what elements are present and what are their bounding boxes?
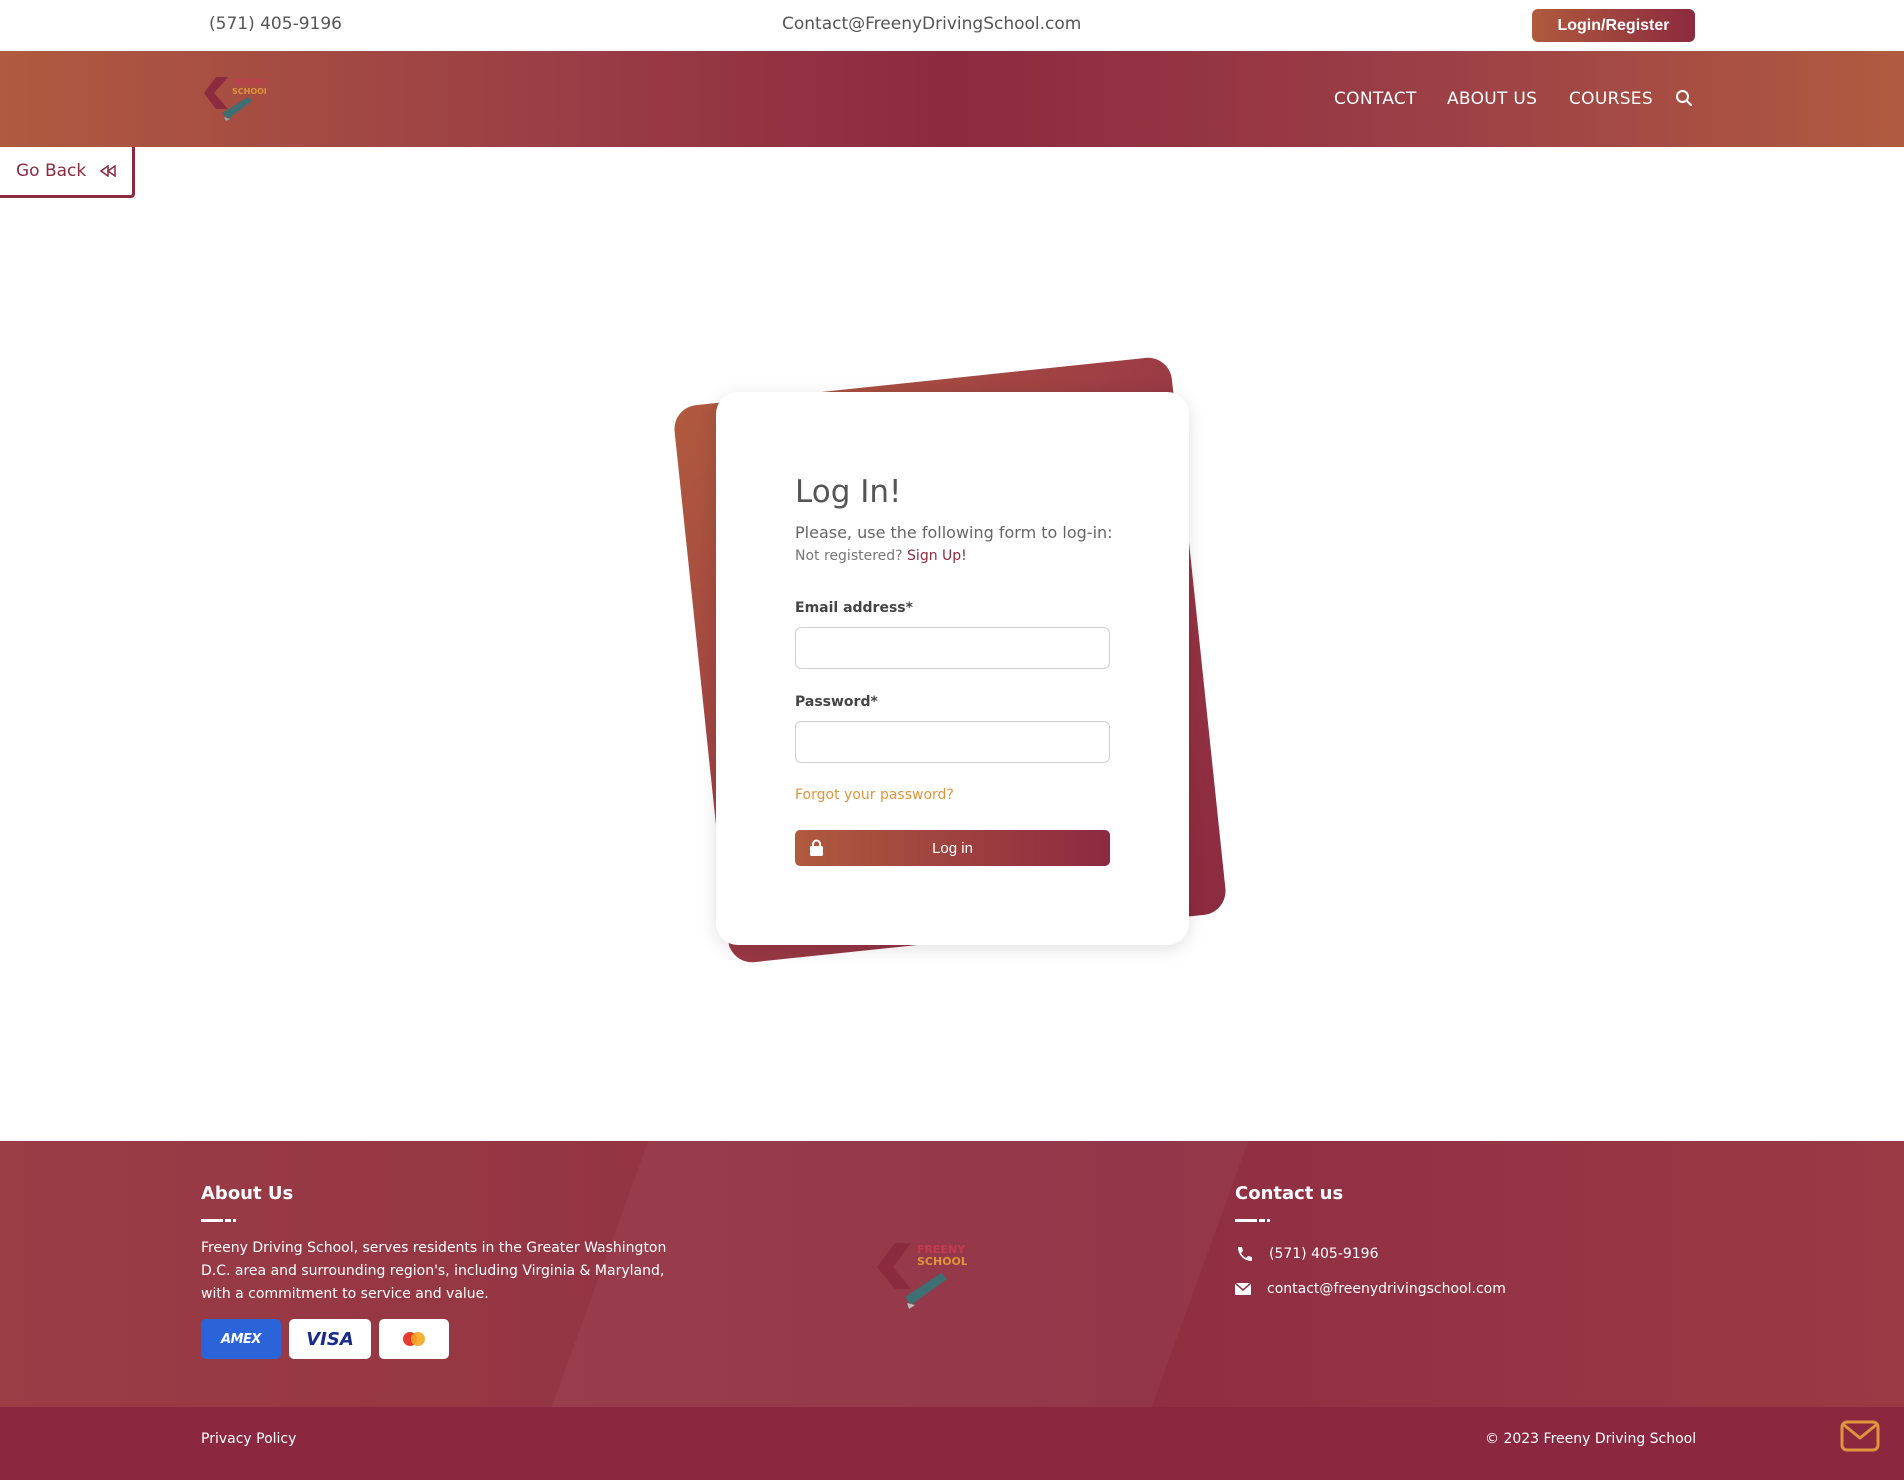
top-email[interactable]: Contact@FreenyDrivingSchool.com xyxy=(782,14,1081,34)
svg-text:SCHOOL: SCHOOL xyxy=(232,87,266,96)
go-back-button[interactable]: Go Back xyxy=(0,147,135,198)
copyright-text: © 2023 Freeny Driving School xyxy=(1485,1431,1697,1447)
lock-icon xyxy=(810,839,823,856)
visa-card-icon: VISA xyxy=(289,1319,371,1359)
top-bar: (571) 405-9196 Contact@FreenyDrivingScho… xyxy=(0,0,1904,51)
nav-courses[interactable]: COURSES xyxy=(1569,89,1653,109)
password-field[interactable] xyxy=(795,721,1110,763)
nav-about-us[interactable]: ABOUT US xyxy=(1447,89,1537,109)
login-card: Log In! Please, use the following form t… xyxy=(716,392,1189,945)
footer-about-text: Freeny Driving School, serves residents … xyxy=(201,1240,667,1302)
footer-contact-divider xyxy=(1235,1219,1270,1222)
footer-logo-icon: FREENY SCHOOL xyxy=(877,1243,967,1309)
not-registered-text: Not registered? Sign Up! xyxy=(795,548,967,564)
footer-phone-text: (571) 405-9196 xyxy=(1269,1246,1379,1262)
login-button[interactable]: Log in xyxy=(795,830,1110,866)
password-label: Password* xyxy=(795,694,878,710)
privacy-policy-link[interactable]: Privacy Policy xyxy=(201,1431,296,1447)
footer-email-text: contact@freenydrivingschool.com xyxy=(1267,1281,1506,1297)
envelope-icon xyxy=(1235,1283,1251,1295)
mail-icon[interactable] xyxy=(1840,1420,1880,1452)
svg-text:FREENY: FREENY xyxy=(232,78,266,87)
go-back-label: Go Back xyxy=(16,161,87,181)
footer: About Us Freeny Driving School, serves r… xyxy=(0,1141,1904,1407)
mastercard-icon xyxy=(379,1319,449,1359)
login-title: Log In! xyxy=(795,474,902,510)
sign-up-link[interactable]: Sign Up! xyxy=(907,548,967,564)
footer-contact-email[interactable]: contact@freenydrivingschool.com xyxy=(1235,1281,1506,1297)
footer-divider xyxy=(201,1219,236,1222)
rewind-icon xyxy=(100,165,116,177)
svg-text:SCHOOL: SCHOOL xyxy=(917,1255,967,1268)
email-field[interactable] xyxy=(795,627,1110,669)
top-phone[interactable]: (571) 405-9196 xyxy=(209,14,342,34)
footer-contact-phone[interactable]: (571) 405-9196 xyxy=(1235,1246,1379,1262)
phone-icon xyxy=(1238,1247,1252,1261)
login-subtitle: Please, use the following form to log-in… xyxy=(795,523,1113,542)
bottom-bar: Privacy Policy © 2023 Freeny Driving Sch… xyxy=(0,1407,1904,1480)
forgot-password-link[interactable]: Forgot your password? xyxy=(795,787,954,803)
search-icon[interactable] xyxy=(1675,89,1693,107)
footer-about-title: About Us xyxy=(201,1183,294,1204)
login-register-button[interactable]: Login/Register xyxy=(1532,9,1695,42)
footer-contact-title: Contact us xyxy=(1235,1183,1344,1204)
logo-icon[interactable]: FREENY SCHOOL xyxy=(202,73,266,125)
header-nav: FREENY SCHOOL CONTACT ABOUT US COURSES xyxy=(0,51,1904,147)
nav-contact[interactable]: CONTACT xyxy=(1334,89,1417,109)
not-registered-label: Not registered? xyxy=(795,548,903,564)
amex-card-icon: AMEX xyxy=(201,1319,281,1359)
login-button-label: Log in xyxy=(932,839,973,857)
email-label: Email address* xyxy=(795,600,913,616)
